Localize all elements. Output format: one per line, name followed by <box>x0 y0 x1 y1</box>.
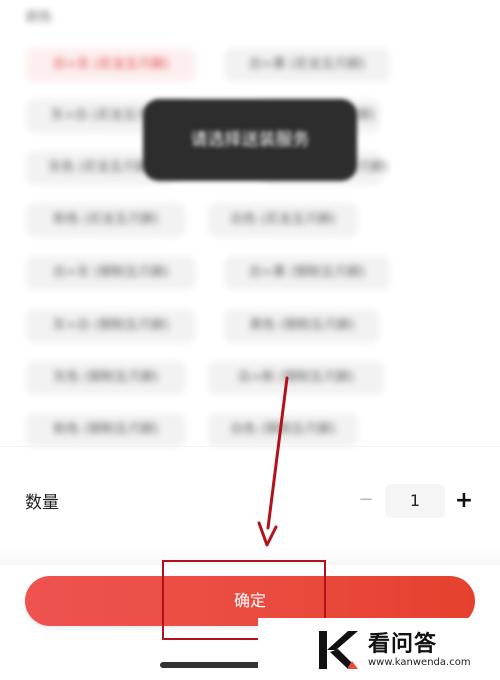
watermark: 看问答 www.kanwenda.com <box>258 618 500 680</box>
kanwenda-logo-icon <box>319 631 358 669</box>
watermark-title: 看问答 <box>368 632 438 657</box>
annotation-arrow-shaft <box>266 376 289 530</box>
watermark-url: www.kanwenda.com <box>368 657 471 668</box>
annotation-arrow <box>257 376 289 547</box>
